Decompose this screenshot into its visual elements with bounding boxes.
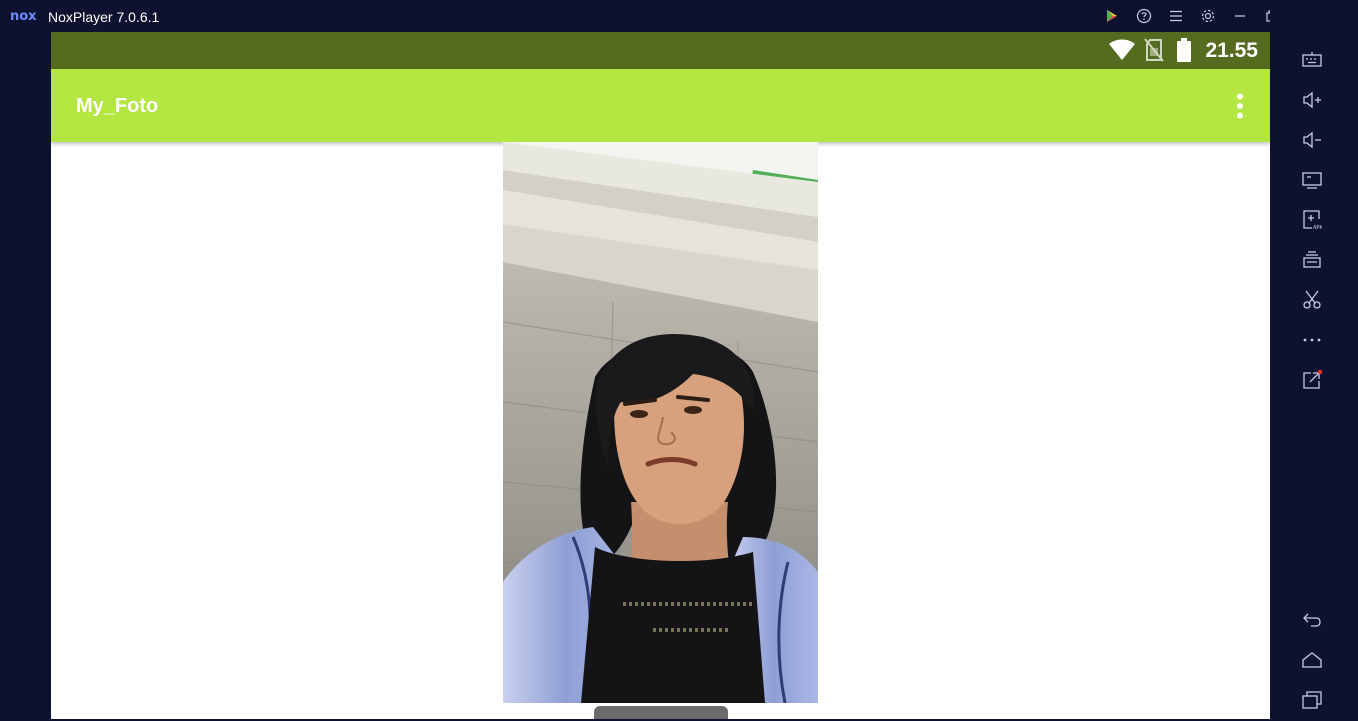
battery-icon: [1177, 38, 1191, 62]
settings-icon[interactable]: [1198, 6, 1218, 26]
home-icon[interactable]: [1300, 648, 1324, 672]
android-screen: 21.55 My_Foto: [51, 32, 1270, 719]
add-apk-icon[interactable]: APK: [1300, 208, 1324, 232]
wifi-icon: [1109, 39, 1135, 60]
more-icon[interactable]: [1300, 328, 1324, 352]
keyboard-icon[interactable]: [1300, 48, 1324, 72]
status-clock: 21.55: [1205, 39, 1258, 62]
export-icon[interactable]: [1300, 368, 1324, 392]
recents-icon[interactable]: [1300, 688, 1324, 712]
emulator-sidebar: APK: [1270, 0, 1358, 721]
emulator-titlebar: nox NoxPlayer 7.0.6.1: [0, 0, 1358, 32]
svg-text:APK: APK: [1313, 225, 1322, 230]
multi-instance-icon[interactable]: [1300, 248, 1324, 272]
minimize-icon[interactable]: [1230, 6, 1250, 26]
help-icon[interactable]: [1134, 6, 1154, 26]
app-toolbar: My_Foto: [51, 69, 1270, 142]
overflow-menu-icon[interactable]: [1234, 93, 1246, 119]
app-title: My_Foto: [76, 95, 159, 117]
gesture-nav-handle[interactable]: [594, 706, 728, 719]
menu-icon[interactable]: [1166, 6, 1186, 26]
volume-down-icon[interactable]: [1300, 128, 1324, 152]
screen-icon[interactable]: [1300, 168, 1324, 192]
nox-logo: nox: [10, 9, 37, 24]
screenshot-icon[interactable]: [1300, 288, 1324, 312]
android-status-bar: 21.55: [51, 32, 1270, 69]
window-title: NoxPlayer 7.0.6.1: [48, 9, 160, 25]
no-sim-icon: [1144, 38, 1164, 62]
play-store-icon[interactable]: [1102, 6, 1122, 26]
volume-up-icon[interactable]: [1300, 88, 1324, 112]
photo-image: [503, 142, 818, 703]
back-icon[interactable]: [1300, 608, 1324, 632]
